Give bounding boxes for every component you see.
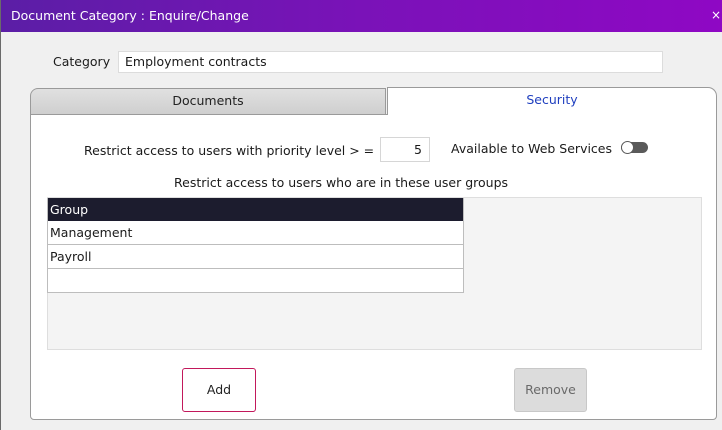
document-category-window: Document Category : Enquire/Change × Cat… xyxy=(0,0,722,430)
table-row[interactable]: Payroll xyxy=(48,245,463,269)
window-title: Document Category : Enquire/Change xyxy=(11,8,249,23)
toggle-knob xyxy=(621,141,634,154)
close-icon[interactable]: × xyxy=(711,8,721,22)
category-field[interactable]: Employment contracts xyxy=(118,51,663,73)
user-groups-label: Restrict access to users who are in thes… xyxy=(174,175,509,190)
tab-security[interactable]: Security xyxy=(387,87,717,115)
web-services-label: Available to Web Services xyxy=(451,141,613,156)
category-label: Category xyxy=(53,54,111,69)
priority-level-field[interactable]: 5 xyxy=(380,137,430,162)
add-button[interactable]: Add xyxy=(182,368,256,412)
title-bar: Document Category : Enquire/Change × xyxy=(1,0,722,32)
grid-header-group[interactable]: Group xyxy=(48,198,463,221)
tab-documents[interactable]: Documents xyxy=(30,88,386,114)
web-services-toggle[interactable] xyxy=(621,141,648,154)
priority-level-label: Restrict access to users with priority l… xyxy=(84,143,375,158)
user-groups-grid: Group Management Payroll xyxy=(47,198,464,293)
remove-button[interactable]: Remove xyxy=(514,368,587,412)
table-row[interactable] xyxy=(48,269,463,293)
table-row[interactable]: Management xyxy=(48,221,463,245)
